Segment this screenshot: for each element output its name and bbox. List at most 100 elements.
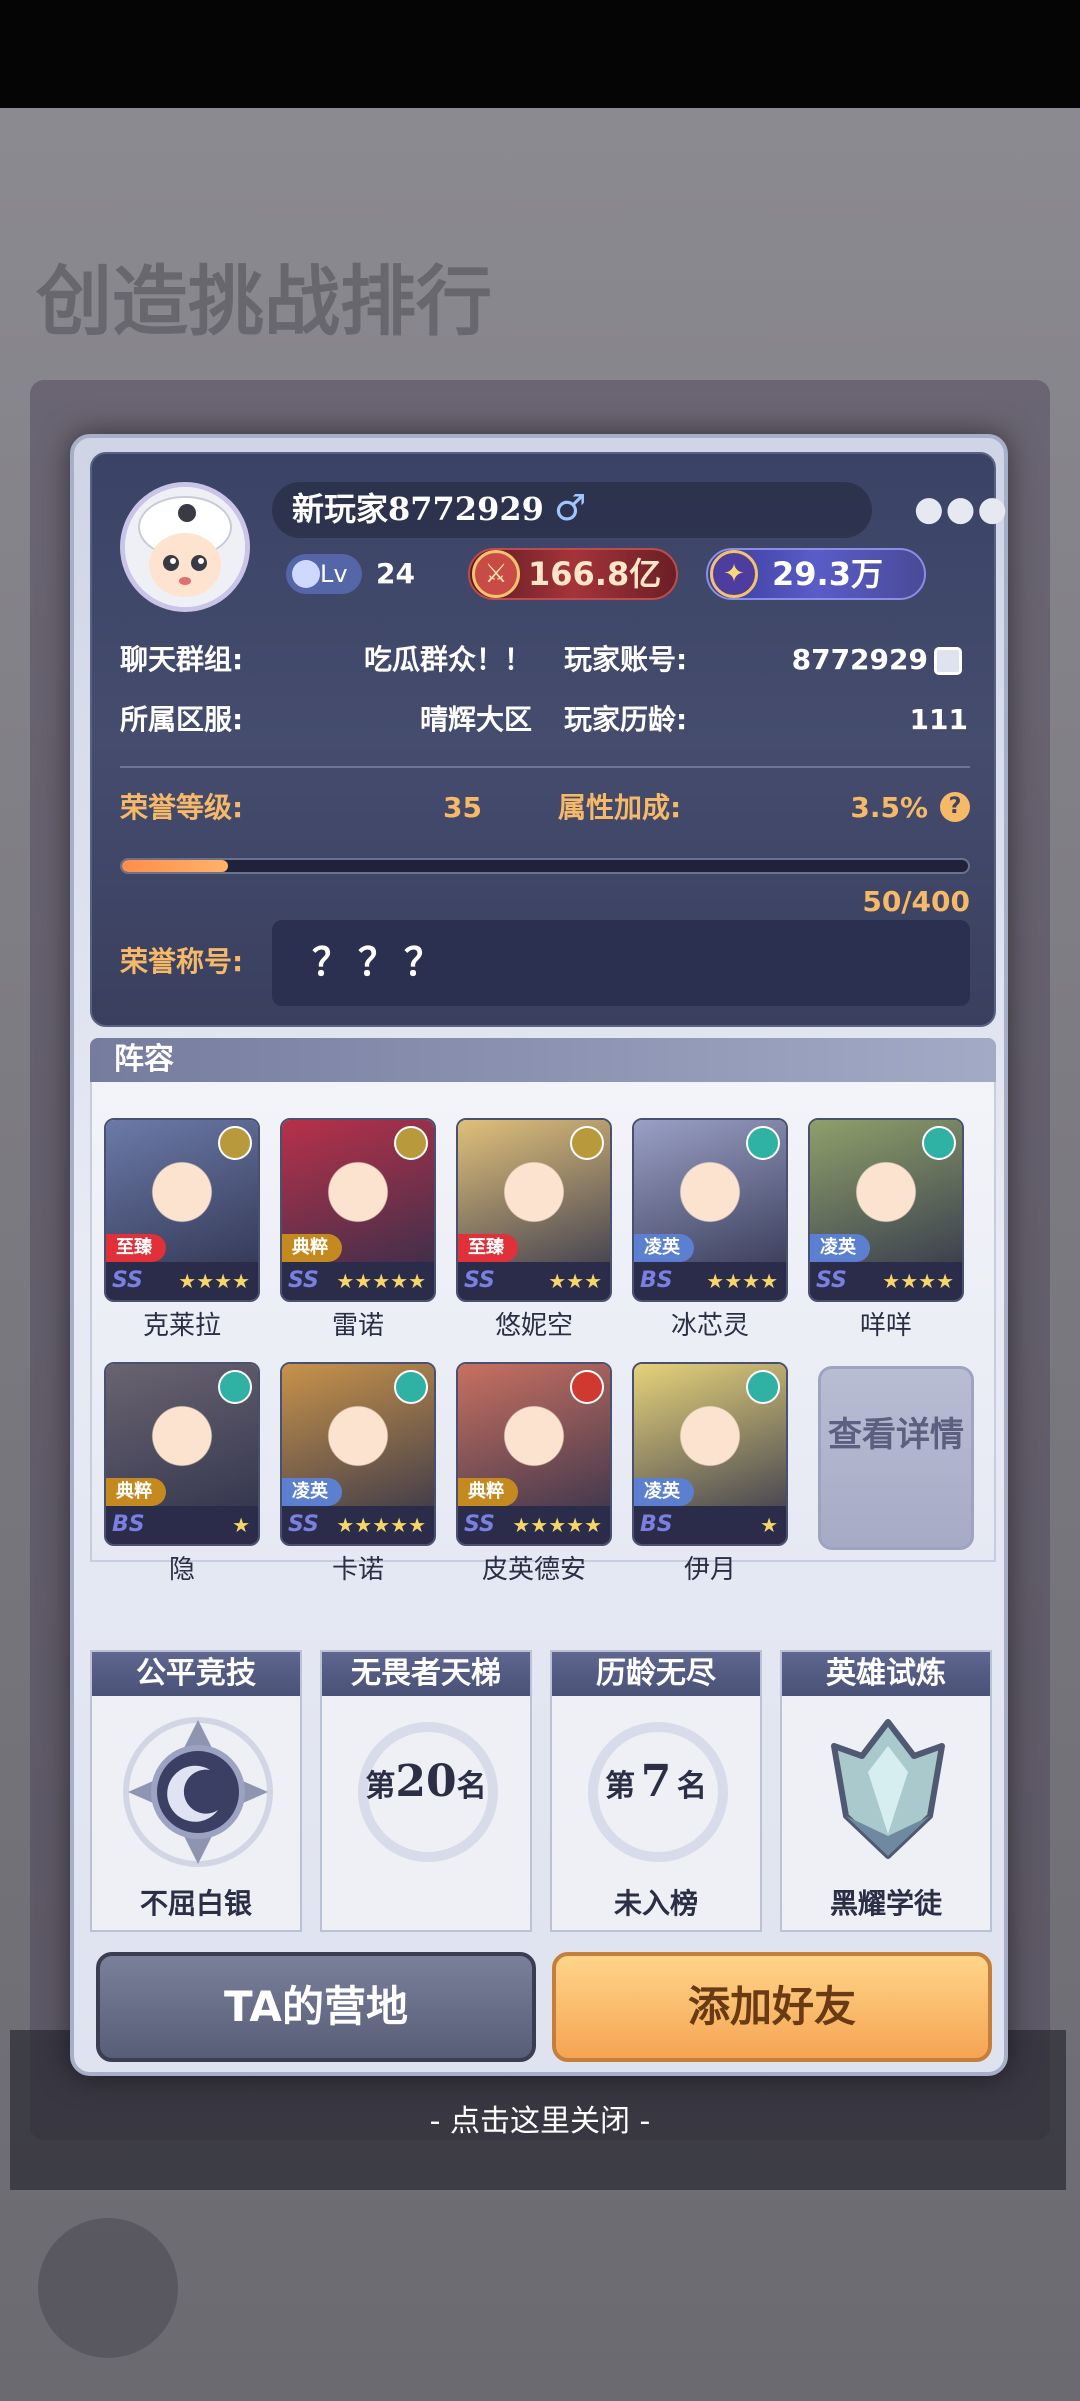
player-level: 24: [376, 557, 415, 590]
hero-card[interactable]: 凌英 SS ★★★★★: [280, 1362, 436, 1546]
hero-stars: ★★★: [548, 1269, 602, 1293]
attribute-bonus-label: 属性加成:: [558, 791, 682, 824]
attribute-bonus-value: 3.5%: [850, 791, 928, 824]
rank-hero-trial[interactable]: 英雄试炼 黑耀学徒: [780, 1650, 992, 1932]
hero-rarity-tag: 典粹: [458, 1478, 518, 1506]
chat-group-label: 聊天群组:: [120, 643, 244, 676]
hero-stars: ★★★★★: [512, 1513, 602, 1537]
hero-card[interactable]: 典粹 SS ★★★★★: [280, 1118, 436, 1302]
hero-card[interactable]: 典粹 BS ★: [104, 1362, 260, 1546]
rank-position: 第 7 名: [605, 1756, 707, 1807]
silver-rank-emblem-icon: [123, 1717, 273, 1867]
hero-grade: SS: [288, 1512, 319, 1537]
hero-grade: SS: [112, 1268, 143, 1293]
crown-emblem-icon: [831, 1719, 945, 1859]
hero-name: 克莱拉: [142, 1311, 221, 1341]
server-label: 所属区服:: [120, 703, 244, 736]
hero-stars: ★★★★: [882, 1269, 954, 1293]
background-title: 创造挑战排行: [36, 257, 492, 346]
honor-title-label: 荣誉称号:: [120, 945, 244, 978]
hero-class-emblem-icon: [570, 1370, 604, 1404]
honor-title-value: ？？？: [312, 940, 451, 984]
rank-fair-arena[interactable]: 公平竞技 不屈白银: [90, 1650, 302, 1932]
hero-class-emblem-icon: [394, 1370, 428, 1404]
hero-name: 冰芯灵: [670, 1311, 749, 1341]
hero-grade: SS: [288, 1268, 319, 1293]
hero-rarity-tag: 至臻: [106, 1234, 166, 1262]
hero-rarity-tag: 典粹: [106, 1478, 166, 1506]
avatar[interactable]: [120, 482, 250, 612]
help-icon[interactable]: ?: [940, 792, 970, 822]
hero-card[interactable]: 凌英 SS ★★★★: [808, 1118, 964, 1302]
status-bar: [0, 0, 1080, 108]
hero-card[interactable]: 至臻 SS ★★★★: [104, 1118, 260, 1302]
lineup-title: 阵容: [114, 1042, 174, 1077]
power-value: 166.8亿: [528, 555, 662, 593]
crystal-value: 29.3万: [772, 555, 883, 593]
star-crystal-icon: ✦: [710, 550, 758, 598]
hero-grade: BS: [640, 1268, 673, 1293]
rank-endless-age[interactable]: 历龄无尽 第 7 名 未入榜: [550, 1650, 762, 1932]
hero-name: 隐: [168, 1555, 195, 1585]
level-label: Lv: [320, 560, 348, 588]
account-value: 8772929: [791, 643, 928, 676]
rank-title: 历龄无尽: [552, 1652, 760, 1696]
player-profile-dialog: 新玩家8772929 ♂ ●●● Lv 24 ⚔ 166.8亿 ✦ 29.3万 …: [70, 434, 1008, 2076]
rank-title: 英雄试炼: [782, 1652, 990, 1696]
hero-class-emblem-icon: [746, 1370, 780, 1404]
player-name: 新玩家8772929: [292, 490, 544, 528]
hero-grade: BS: [640, 1512, 673, 1537]
hero-name: 咩咩: [859, 1311, 912, 1341]
hero-name: 雷诺: [331, 1311, 384, 1341]
hero-stars: ★: [760, 1513, 778, 1537]
view-camp-button[interactable]: TA的营地: [96, 1952, 536, 2062]
account-label: 玩家账号:: [564, 643, 688, 676]
hero-grade: SS: [464, 1268, 495, 1293]
rank-footer: 不屈白银: [139, 1887, 252, 1920]
rank-footer: [322, 1878, 530, 1930]
rank-title: 无畏者天梯: [322, 1652, 530, 1696]
add-friend-button[interactable]: 添加好友: [552, 1952, 992, 2062]
honor-progress-bar: [120, 858, 970, 874]
hero-stars: ★★★★: [706, 1269, 778, 1293]
close-hint[interactable]: - 点击这里关闭 -: [0, 2094, 1080, 2150]
hero-rarity-tag: 典粹: [282, 1234, 342, 1262]
profile-section: 新玩家8772929 ♂ ●●● Lv 24 ⚔ 166.8亿 ✦ 29.3万 …: [90, 452, 1007, 1027]
rank-title: 公平竞技: [92, 1652, 300, 1696]
rank-footer: 未入榜: [613, 1887, 698, 1920]
honor-progress-fill: [122, 860, 228, 872]
more-options-icon[interactable]: ●●●: [914, 492, 1009, 526]
player-age-value: 111: [909, 703, 968, 736]
background-back-button: [38, 2218, 178, 2358]
hero-name: 悠妮空: [494, 1311, 573, 1341]
copy-icon[interactable]: [934, 647, 962, 675]
hero-card[interactable]: 凌英 BS ★★★★: [632, 1118, 788, 1302]
power-icon: ⚔: [472, 550, 520, 598]
hero-grade: SS: [464, 1512, 495, 1537]
view-details-button[interactable]: 查看详情: [818, 1366, 974, 1550]
hero-class-emblem-icon: [746, 1126, 780, 1160]
divider: [120, 766, 970, 768]
hero-rarity-tag: 凌英: [282, 1478, 342, 1506]
hero-class-emblem-icon: [394, 1126, 428, 1160]
hero-name: 皮英德安: [481, 1555, 586, 1585]
gender-male-icon: ♂: [554, 488, 587, 529]
view-details-label: 查看详情: [828, 1415, 964, 1455]
hero-class-emblem-icon: [218, 1126, 252, 1160]
rank-position: 第20名: [365, 1756, 487, 1807]
hero-card[interactable]: 至臻 SS ★★★: [456, 1118, 612, 1302]
rank-fearless-ladder[interactable]: 无畏者天梯 第20名: [320, 1650, 532, 1932]
lineup-header: [90, 1038, 996, 1082]
hero-stars: ★: [232, 1513, 250, 1537]
hero-card[interactable]: 凌英 BS ★: [632, 1362, 788, 1546]
hero-stars: ★★★★★: [336, 1269, 426, 1293]
hero-name: 卡诺: [331, 1555, 384, 1585]
hero-card[interactable]: 典粹 SS ★★★★★: [456, 1362, 612, 1546]
rank-footer: 黑耀学徒: [829, 1887, 942, 1920]
hero-class-emblem-icon: [218, 1370, 252, 1404]
hero-rarity-tag: 至臻: [458, 1234, 518, 1262]
chat-group-value: 吃瓜群众！！: [363, 643, 532, 676]
hero-class-emblem-icon: [570, 1126, 604, 1160]
hero-class-emblem-icon: [922, 1126, 956, 1160]
server-value: 晴辉大区: [419, 703, 532, 736]
